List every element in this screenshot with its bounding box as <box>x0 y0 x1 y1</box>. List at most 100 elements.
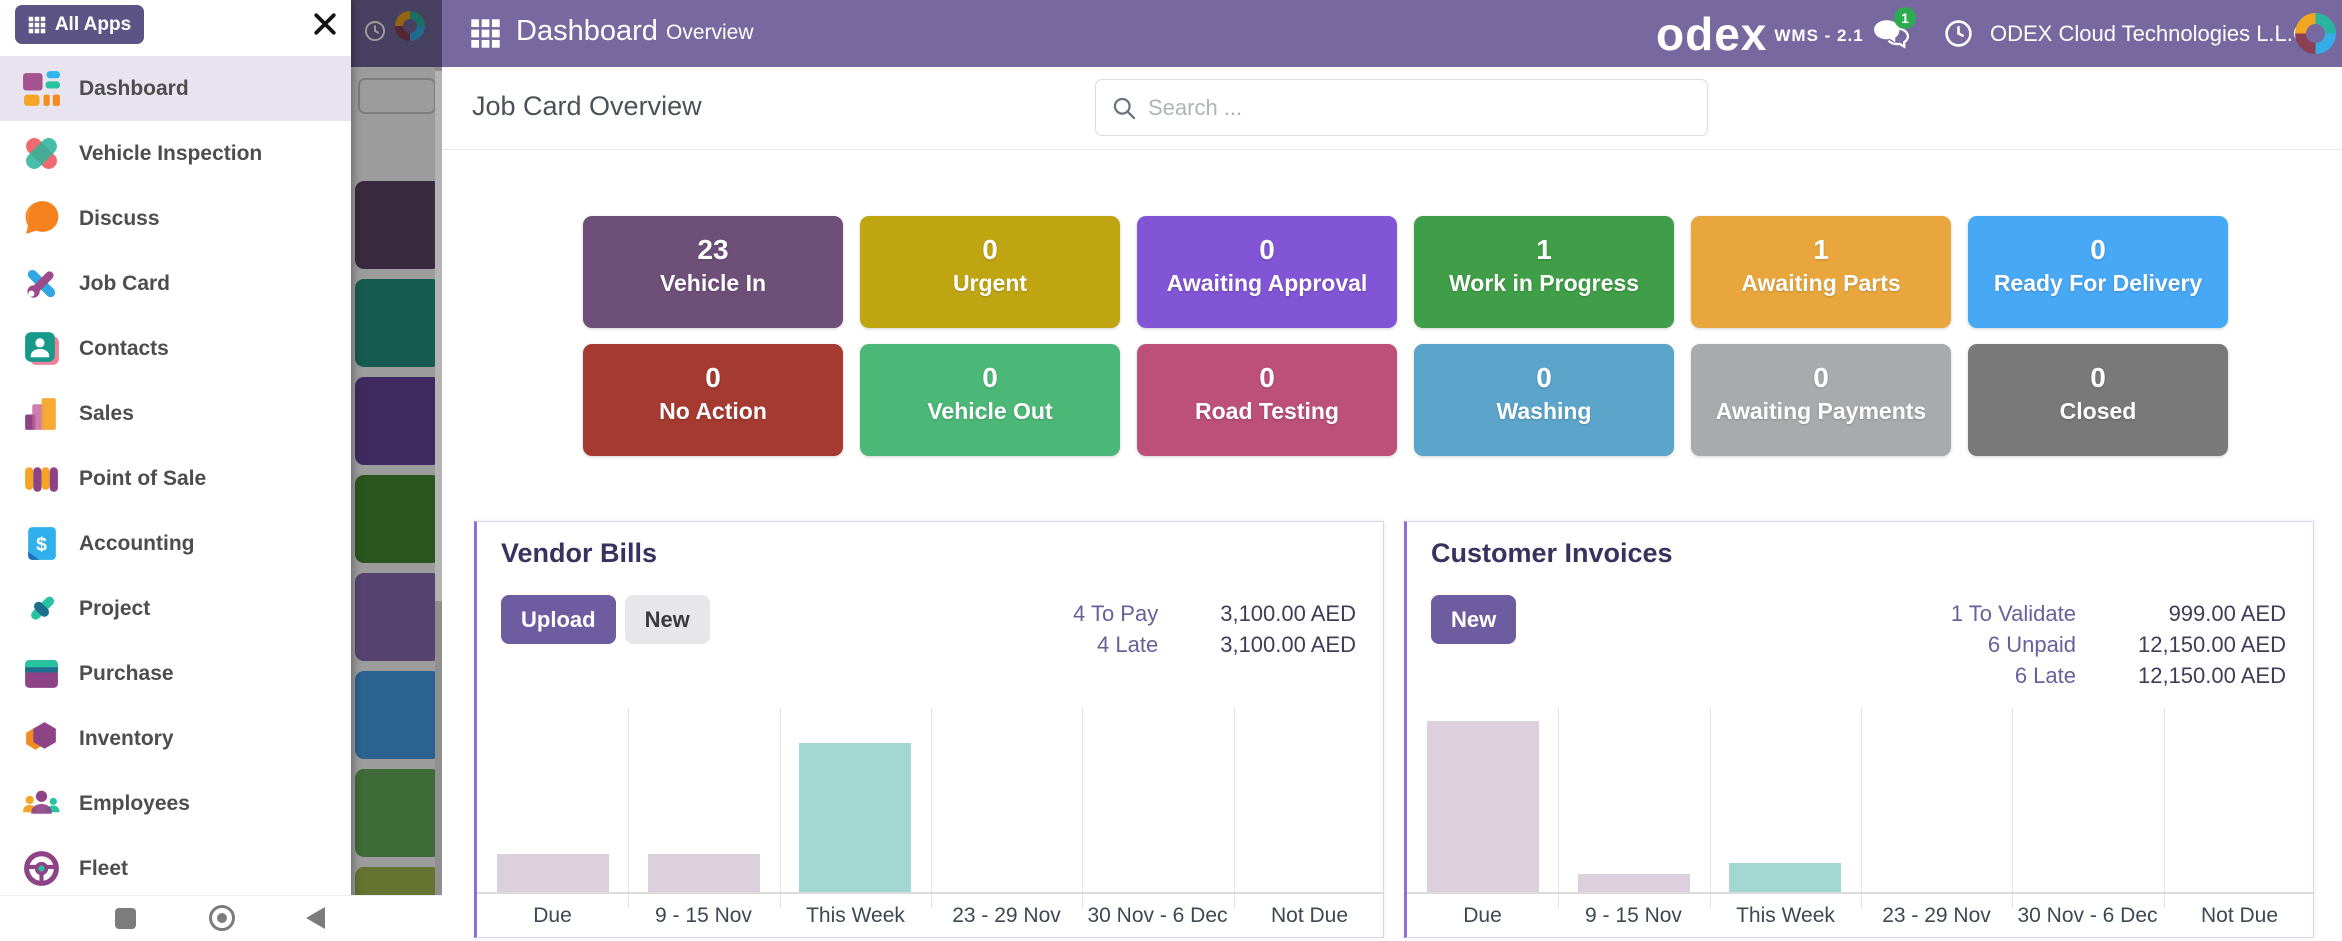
chart-category-label: 30 Nov - 6 Dec <box>2012 904 2163 928</box>
tile-label: Awaiting Parts <box>1691 266 1951 300</box>
page-header: Job Card Overview <box>442 67 2342 150</box>
chart-gridline <box>780 708 781 908</box>
chart-bar-9-15-nov[interactable] <box>648 854 760 892</box>
status-tile-washing[interactable]: 0Washing <box>1414 344 1674 456</box>
status-tile-awaiting-payments[interactable]: 0Awaiting Payments <box>1691 344 1951 456</box>
drawer-item-dashboard[interactable]: Dashboard <box>0 56 351 121</box>
stat-row-4-to-pay[interactable]: 4 To Pay3,100.00 AED <box>1073 598 1356 629</box>
company-name[interactable]: ODEX Cloud Technologies L.L.C <box>1990 21 2309 47</box>
apps-drawer: All Apps Dashboard Vehicle Inspection Disc… <box>0 0 351 941</box>
chart-category-label: Due <box>477 904 628 928</box>
drawer-item-inventory[interactable]: Inventory <box>0 706 351 771</box>
stat-row-6-unpaid[interactable]: 6 Unpaid12,150.00 AED <box>1951 629 2286 660</box>
chart-gridline <box>1558 708 1559 908</box>
stat-label[interactable]: 4 To Pay <box>1073 598 1220 629</box>
tile-count: 0 <box>1414 362 1674 394</box>
chart-gridline <box>1710 708 1711 908</box>
chart-bar-due[interactable] <box>1427 721 1539 892</box>
new-button[interactable]: New <box>625 595 710 644</box>
stat-row-6-late[interactable]: 6 Late12,150.00 AED <box>1951 660 2286 691</box>
back-icon[interactable] <box>306 907 325 929</box>
stat-row-4-late[interactable]: 4 Late3,100.00 AED <box>1073 629 1356 660</box>
home-icon[interactable] <box>209 905 235 931</box>
stat-row-1-to-validate[interactable]: 1 To Validate999.00 AED <box>1951 598 2286 629</box>
drawer-item-employees[interactable]: Employees <box>0 771 351 836</box>
tile-label: Washing <box>1414 394 1674 428</box>
drawer-item-discuss[interactable]: Discuss <box>0 186 351 251</box>
drawer-item-project[interactable]: Project <box>0 576 351 641</box>
chart-bar-9-15-nov[interactable] <box>1578 874 1690 892</box>
drawer-item-job-card[interactable]: Job Card <box>0 251 351 316</box>
chart-category-label: Not Due <box>1234 904 1383 928</box>
apps-grid-icon <box>28 16 46 34</box>
stat-label[interactable]: 6 Late <box>1951 660 2138 691</box>
close-icon[interactable] <box>310 9 340 39</box>
drawer-item-label: Project <box>79 597 150 621</box>
drawer-item-label: Job Card <box>79 272 170 296</box>
stat-label[interactable]: 4 Late <box>1073 629 1220 660</box>
drawer-item-label: Purchase <box>79 662 174 686</box>
status-tile-no-action[interactable]: 0No Action <box>583 344 843 456</box>
tile-count: 0 <box>860 234 1120 266</box>
apps-grid-icon[interactable] <box>470 18 501 49</box>
tile-label: Awaiting Approval <box>1137 266 1397 300</box>
vendor-bills-stats: 4 To Pay3,100.00 AED4 Late3,100.00 AED <box>1073 598 1356 660</box>
stat-label[interactable]: 1 To Validate <box>1951 598 2138 629</box>
status-tile-vehicle-out[interactable]: 0Vehicle Out <box>860 344 1120 456</box>
status-tile-ready-for-delivery[interactable]: 0Ready For Delivery <box>1968 216 2228 328</box>
drawer-item-label: Employees <box>79 792 190 816</box>
drawer-item-label: Vehicle Inspection <box>79 142 262 166</box>
chart-bar-this-week[interactable] <box>799 743 911 892</box>
scrollbar-thumb[interactable] <box>435 71 442 601</box>
drawer-item-fleet[interactable]: Fleet <box>0 836 351 901</box>
drawer-item-sales[interactable]: Sales <box>0 381 351 446</box>
menu-overview[interactable]: Overview <box>666 21 754 45</box>
drawer-item-vehicle-inspection[interactable]: Vehicle Inspection <box>0 121 351 186</box>
activities-clock-icon[interactable] <box>1944 19 1973 48</box>
status-tile-road-testing[interactable]: 0Road Testing <box>1137 344 1397 456</box>
current-app-title[interactable]: Dashboard <box>516 15 658 48</box>
drawer-item-accounting[interactable]: $Accounting <box>0 511 351 576</box>
vehicle-inspection-app-icon <box>21 133 62 174</box>
search-icon <box>1111 95 1138 122</box>
chart-bar-due[interactable] <box>497 854 609 892</box>
chart-category-label: 30 Nov - 6 Dec <box>1082 904 1233 928</box>
stat-value: 12,150.00 AED <box>2138 660 2286 691</box>
user-avatar[interactable] <box>2295 13 2336 54</box>
status-tile-work-in-progress[interactable]: 1Work in Progress <box>1414 216 1674 328</box>
drawer-item-contacts[interactable]: Contacts <box>0 316 351 381</box>
search-input[interactable] <box>1148 80 1698 135</box>
chart-bar-this-week[interactable] <box>1729 863 1841 892</box>
status-tile-awaiting-approval[interactable]: 0Awaiting Approval <box>1137 216 1397 328</box>
tile-count: 0 <box>583 362 843 394</box>
customer-invoices-stats: 1 To Validate999.00 AED6 Unpaid12,150.00… <box>1951 598 2286 691</box>
chart-category-label: 23 - 29 Nov <box>1861 904 2012 928</box>
scrollbar[interactable] <box>435 67 442 941</box>
tile-count: 1 <box>1414 234 1674 266</box>
status-tile-closed[interactable]: 0Closed <box>1968 344 2228 456</box>
tile-label: Work in Progress <box>1414 266 1674 300</box>
chart-category-label: Due <box>1407 904 1558 928</box>
chart-gridline <box>2164 708 2165 908</box>
chart-gridline <box>931 708 932 908</box>
stat-label[interactable]: 6 Unpaid <box>1951 629 2138 660</box>
stat-value: 3,100.00 AED <box>1220 629 1356 660</box>
drawer-item-label: Inventory <box>79 727 174 751</box>
status-tile-vehicle-in[interactable]: 23Vehicle In <box>583 216 843 328</box>
chart-gridline <box>2012 708 2013 908</box>
status-tile-awaiting-parts[interactable]: 1Awaiting Parts <box>1691 216 1951 328</box>
upload-button[interactable]: Upload <box>501 595 616 644</box>
discuss-app-icon <box>21 198 62 239</box>
status-tile-urgent[interactable]: 0Urgent <box>860 216 1120 328</box>
drawer-item-label: Dashboard <box>79 77 189 101</box>
drawer-item-purchase[interactable]: Purchase <box>0 641 351 706</box>
messages-count-badge[interactable]: 1 <box>1894 7 1916 29</box>
all-apps-label: All Apps <box>55 14 131 36</box>
overlay-scrim[interactable] <box>351 0 442 941</box>
drawer-item-point-of-sale[interactable]: Point of Sale <box>0 446 351 511</box>
tile-label: Vehicle Out <box>860 394 1120 428</box>
recent-apps-icon[interactable] <box>115 908 136 929</box>
tile-label: Ready For Delivery <box>1968 266 2228 300</box>
new-button[interactable]: New <box>1431 595 1516 644</box>
all-apps-button[interactable]: All Apps <box>15 5 144 44</box>
